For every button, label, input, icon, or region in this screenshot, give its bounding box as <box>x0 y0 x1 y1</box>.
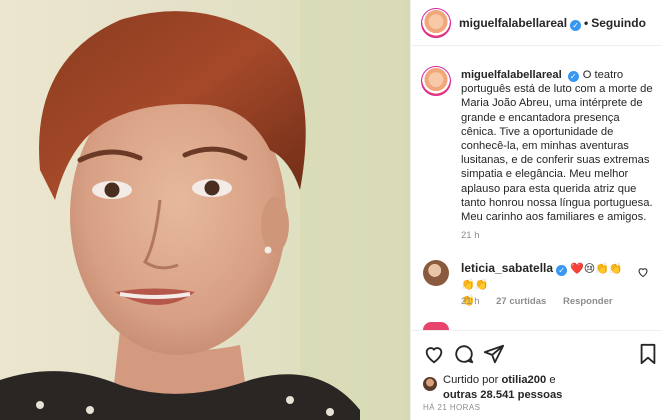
commenter-username[interactable]: leticia_sabatella <box>461 261 553 275</box>
post-side-panel: miguelfalabellareal ✓ • Seguindo miguelfala… <box>410 0 662 420</box>
likes-connector: e <box>549 374 556 386</box>
following-button[interactable]: Seguindo <box>591 16 646 30</box>
comment-meta: 21 h 27 curtidas Responder <box>461 296 627 307</box>
post-date[interactable]: HÁ 21 HORAS <box>423 403 480 412</box>
caption-author-avatar[interactable] <box>421 66 451 96</box>
likes-others[interactable]: outras 28.541 pessoas <box>443 389 562 401</box>
liker-avatar[interactable] <box>423 377 437 391</box>
caption: miguelfalabellareal ✓ O teatro português e… <box>461 68 657 224</box>
caption-author-username[interactable]: miguelfalabellareal <box>461 69 562 81</box>
author-username[interactable]: miguelfalabellareal <box>459 16 567 30</box>
separator-dot: • <box>584 16 589 30</box>
verified-badge-icon: ✓ <box>570 20 582 31</box>
comment-likes-count[interactable]: 27 curtidas <box>496 296 546 307</box>
paper-plane-icon[interactable] <box>483 343 505 365</box>
caption-timestamp[interactable]: 21 h <box>461 230 480 241</box>
post-photo[interactable] <box>0 0 410 420</box>
author-avatar[interactable] <box>421 8 451 38</box>
likes-summary: Curtido por otilia200 e outras 28.541 pe… <box>443 373 643 403</box>
bookmark-icon[interactable] <box>637 343 659 365</box>
likes-prefix: Curtido por <box>443 374 499 386</box>
next-comment-avatar-partial <box>423 322 449 330</box>
caption-text: O teatro português está de luto com a mo… <box>461 69 653 224</box>
verified-badge-icon: ✓ <box>556 265 568 276</box>
verified-badge-icon: ✓ <box>567 71 579 82</box>
comment-like-heart-icon[interactable] <box>637 266 649 278</box>
portrait-image <box>0 0 410 420</box>
comment-bubble-icon[interactable] <box>453 343 475 365</box>
comment-timestamp[interactable]: 21 h <box>461 296 480 307</box>
like-heart-icon[interactable] <box>423 343 445 365</box>
liker-username[interactable]: otilia200 <box>501 374 546 386</box>
post-actions-bar: Curtido por otilia200 e outras 28.541 pe… <box>411 330 662 420</box>
reply-button[interactable]: Responder <box>563 296 613 307</box>
post-header: miguelfalabellareal ✓ • Seguindo <box>411 0 662 46</box>
commenter-avatar[interactable] <box>423 260 449 286</box>
author-header-line: miguelfalabellareal ✓ • Seguindo <box>459 16 646 31</box>
